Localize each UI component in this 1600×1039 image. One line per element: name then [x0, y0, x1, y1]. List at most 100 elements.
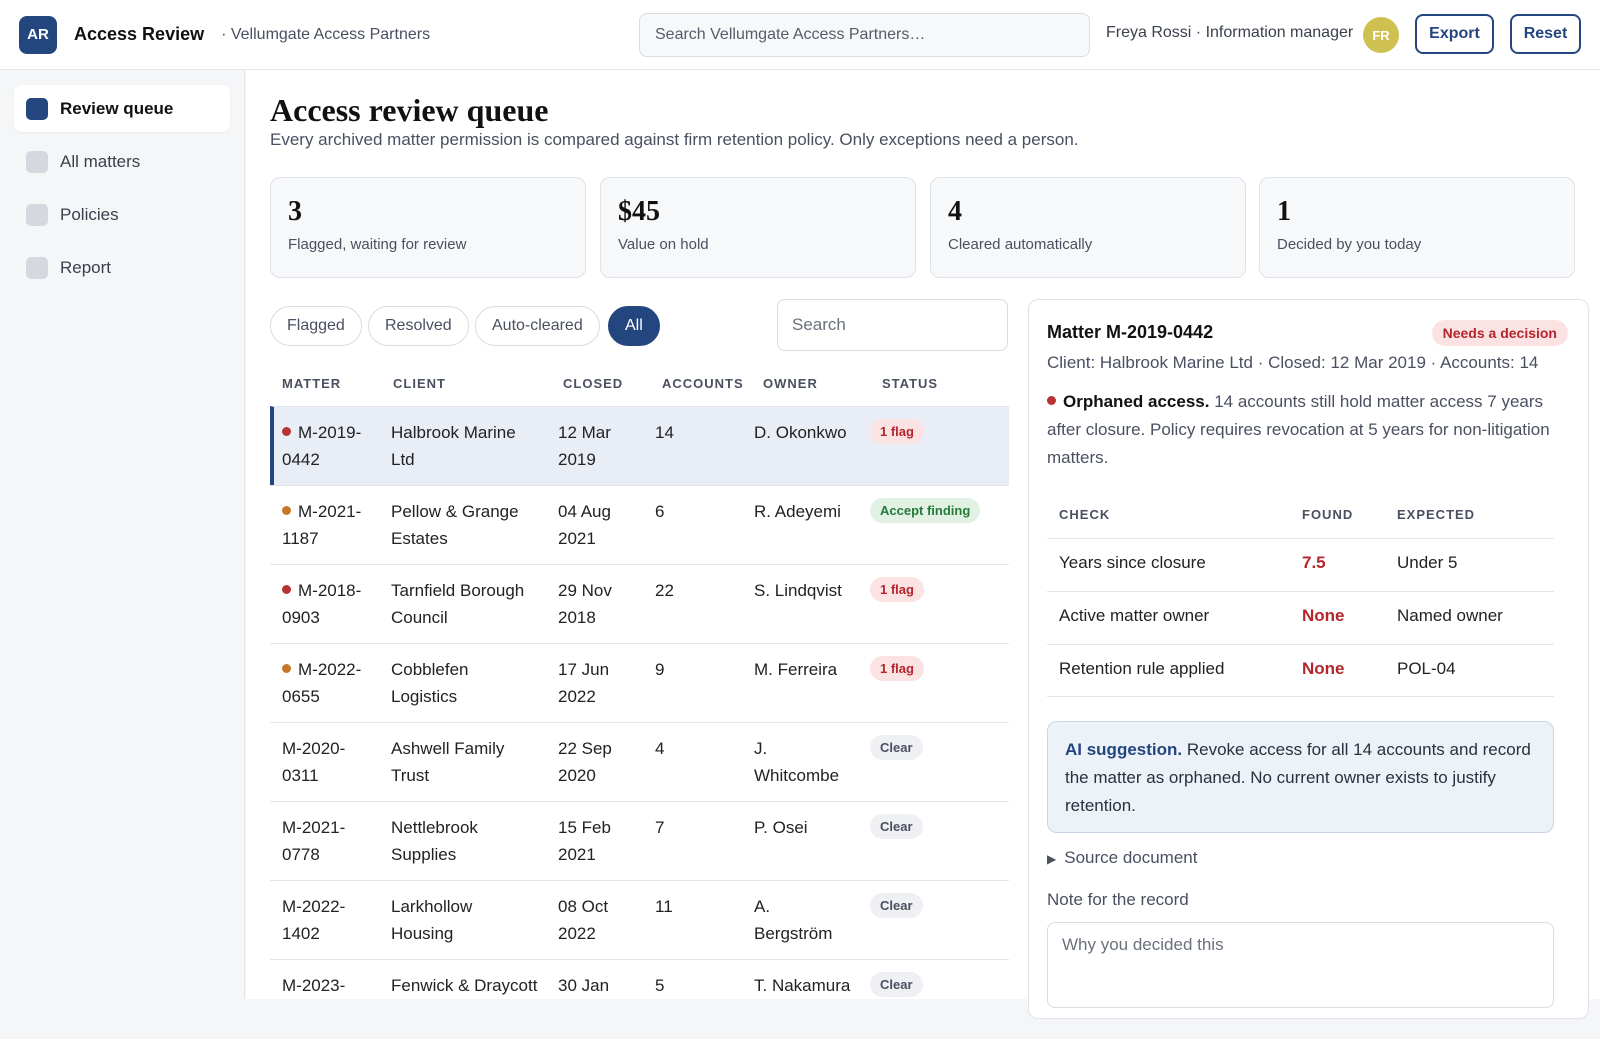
expected-column-header: EXPECTED	[1397, 507, 1476, 522]
sidebar-item-review-queue[interactable]: Review queue	[14, 85, 230, 132]
closed-line-2: 2020	[558, 766, 596, 785]
cell-matter: M-2019- 0442	[282, 419, 361, 473]
cell-client: Pellow & Grange Estates	[391, 498, 519, 552]
closed-line-2: 2021	[558, 845, 596, 864]
client-line-2: Trust	[391, 766, 430, 785]
owner-line-1: S. Lindqvist	[754, 581, 842, 600]
sidebar-item-label: Review queue	[60, 98, 174, 118]
app-logo: AR	[19, 15, 57, 54]
closed-line-2: 2022	[558, 687, 596, 706]
table-row[interactable]: M-2022- 1402 Larkhollow Housing 08 Oct 2022 11…	[270, 880, 1009, 960]
main-content: Access review queue Every archived matte…	[246, 70, 1600, 1019]
client-line-2: Housing	[391, 924, 454, 943]
table-row[interactable]: M-2023- Fenwick & Draycott 30 Jan 5 T. Nakam…	[270, 959, 1009, 1039]
source-document-toggle[interactable]: ▶ Source document	[1047, 848, 1197, 868]
cell-owner: P. Osei	[754, 814, 808, 841]
matter-line-1: M-2021-	[282, 818, 346, 837]
avatar[interactable]: FR	[1363, 17, 1399, 53]
filter-resolved[interactable]: Resolved	[368, 306, 469, 346]
cell-owner: J. Whitcombe	[754, 735, 839, 789]
status-badge: Clear	[870, 893, 923, 918]
check-row: Retention rule applied None POL-04	[1047, 644, 1554, 697]
client-line-1: Halbrook Marine	[391, 423, 516, 442]
stat-label: Decided by you today	[1277, 236, 1422, 253]
column-header-owner[interactable]: OWNER	[763, 376, 818, 391]
note-input[interactable]	[1047, 922, 1554, 1008]
detail-title: Matter M-2019-0442	[1047, 322, 1214, 342]
client-line-1: Cobblefen	[391, 660, 469, 679]
check-found: None	[1302, 659, 1345, 678]
cell-client: Fenwick & Draycott	[391, 972, 537, 999]
filter-all[interactable]: All	[608, 306, 660, 346]
matter-detail-panel: Matter M-2019-0442 Needs a decision Clie…	[1028, 299, 1589, 1019]
column-header-accounts[interactable]: ACCOUNTS	[662, 376, 744, 391]
table-row[interactable]: M-2019- 0442 Halbrook Marine Ltd 12 Mar 2019 1…	[270, 406, 1009, 486]
cell-accounts: 5	[655, 972, 664, 999]
table-search-input[interactable]	[777, 299, 1008, 351]
client-line-1: Ashwell Family	[391, 739, 505, 758]
top-bar: AR Access Review · Vellumgate Access Par…	[0, 0, 1600, 70]
filter-flagged[interactable]: Flagged	[270, 306, 362, 346]
check-name: Active matter owner	[1059, 606, 1210, 625]
table-row[interactable]: M-2022- 0655 Cobblefen Logistics 17 Jun 2022 9…	[270, 643, 1009, 723]
report-icon	[26, 256, 48, 279]
status-badge: 1 flag	[870, 419, 924, 444]
cell-matter: M-2018- 0903	[282, 577, 361, 631]
check-column-header: CHECK	[1059, 507, 1111, 522]
cell-accounts: 6	[655, 498, 664, 525]
stat-value: 4	[948, 196, 962, 227]
column-header-status[interactable]: STATUS	[882, 376, 938, 391]
accounts-value: 11	[655, 897, 673, 916]
matter-line-2: 1402	[282, 924, 320, 943]
cell-accounts: 14	[655, 419, 674, 446]
sidebar-item-report[interactable]: Report	[14, 244, 230, 291]
column-header-matter[interactable]: MATTER	[282, 376, 341, 391]
matter-line-1: M-2019-	[298, 423, 362, 442]
sidebar-item-label: Report	[60, 257, 112, 277]
accounts-value: 14	[655, 423, 674, 442]
check-row: Years since closure 7.5 Under 5	[1047, 538, 1554, 591]
sidebar-item-all-matters[interactable]: All matters	[14, 138, 230, 185]
stat-value: 3	[288, 196, 302, 227]
cell-owner: A. Bergström	[754, 893, 832, 947]
accounts-value: 6	[655, 502, 665, 521]
filter-auto-cleared[interactable]: Auto-cleared	[475, 306, 600, 346]
column-header-client[interactable]: CLIENT	[393, 376, 446, 391]
accounts-value: 4	[655, 739, 665, 758]
ai-suggestion: AI suggestion. Revoke access for all 14 …	[1047, 721, 1554, 833]
table-row[interactable]: M-2021- 1187 Pellow & Grange Estates 04 Aug 2…	[270, 485, 1009, 565]
check-expected: POL-04	[1397, 659, 1456, 678]
status-badge[interactable]: Accept finding	[870, 498, 981, 523]
client-line-1: Pellow & Grange	[391, 502, 519, 521]
check-name: Retention rule applied	[1059, 659, 1225, 678]
matter-line-1: M-2018-	[298, 581, 362, 600]
table-row[interactable]: M-2018- 0903 Tarnfield Borough Council 29 No…	[270, 564, 1009, 644]
table-row[interactable]: M-2020- 0311 Ashwell Family Trust 22 Sep 2020…	[270, 722, 1009, 802]
check-found: 7.5	[1302, 553, 1326, 572]
detail-meta: Client: Halbrook Marine Ltd · Closed: 12…	[1047, 353, 1539, 372]
accounts-value: 22	[655, 581, 674, 600]
status-dot-icon	[282, 585, 291, 594]
cell-closed: 08 Oct 2022	[558, 893, 608, 947]
closed-line-2: 2021	[558, 529, 596, 548]
cell-closed: 04 Aug 2021	[558, 498, 611, 552]
stat-value: 1	[1277, 196, 1291, 227]
closed-line-1: 08 Oct	[558, 897, 609, 916]
closed-line-2: 2018	[558, 608, 596, 627]
sidebar-item-policies[interactable]: Policies	[14, 191, 230, 238]
reset-button[interactable]: Reset	[1510, 14, 1581, 54]
export-button[interactable]: Export	[1415, 14, 1494, 54]
closed-line-1: 29 Nov	[558, 581, 612, 600]
column-header-closed[interactable]: CLOSED	[563, 376, 623, 391]
client-line-2: Ltd	[391, 450, 415, 469]
table-row[interactable]: M-2021- 0778 Nettlebrook Supplies 15 Feb 2021…	[270, 801, 1009, 881]
status-badge: Needs a decision	[1431, 320, 1568, 346]
client-line-1: Nettlebrook	[391, 818, 478, 837]
status-badge: Clear	[870, 972, 923, 997]
status-badge: Clear	[870, 814, 923, 839]
cell-client: Cobblefen Logistics	[391, 656, 469, 710]
cell-matter: M-2022- 1402	[282, 893, 345, 947]
cell-client: Tarnfield Borough Council	[391, 577, 524, 631]
stat-value: $45	[618, 196, 660, 227]
global-search-input[interactable]	[639, 13, 1090, 57]
